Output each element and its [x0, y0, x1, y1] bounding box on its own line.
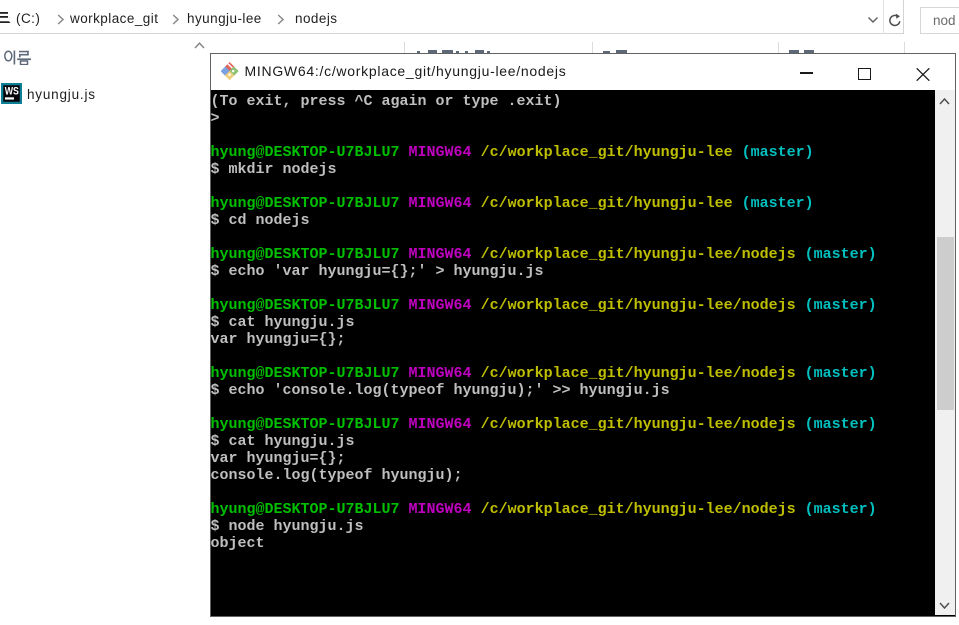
svg-text:WS: WS — [5, 85, 19, 97]
